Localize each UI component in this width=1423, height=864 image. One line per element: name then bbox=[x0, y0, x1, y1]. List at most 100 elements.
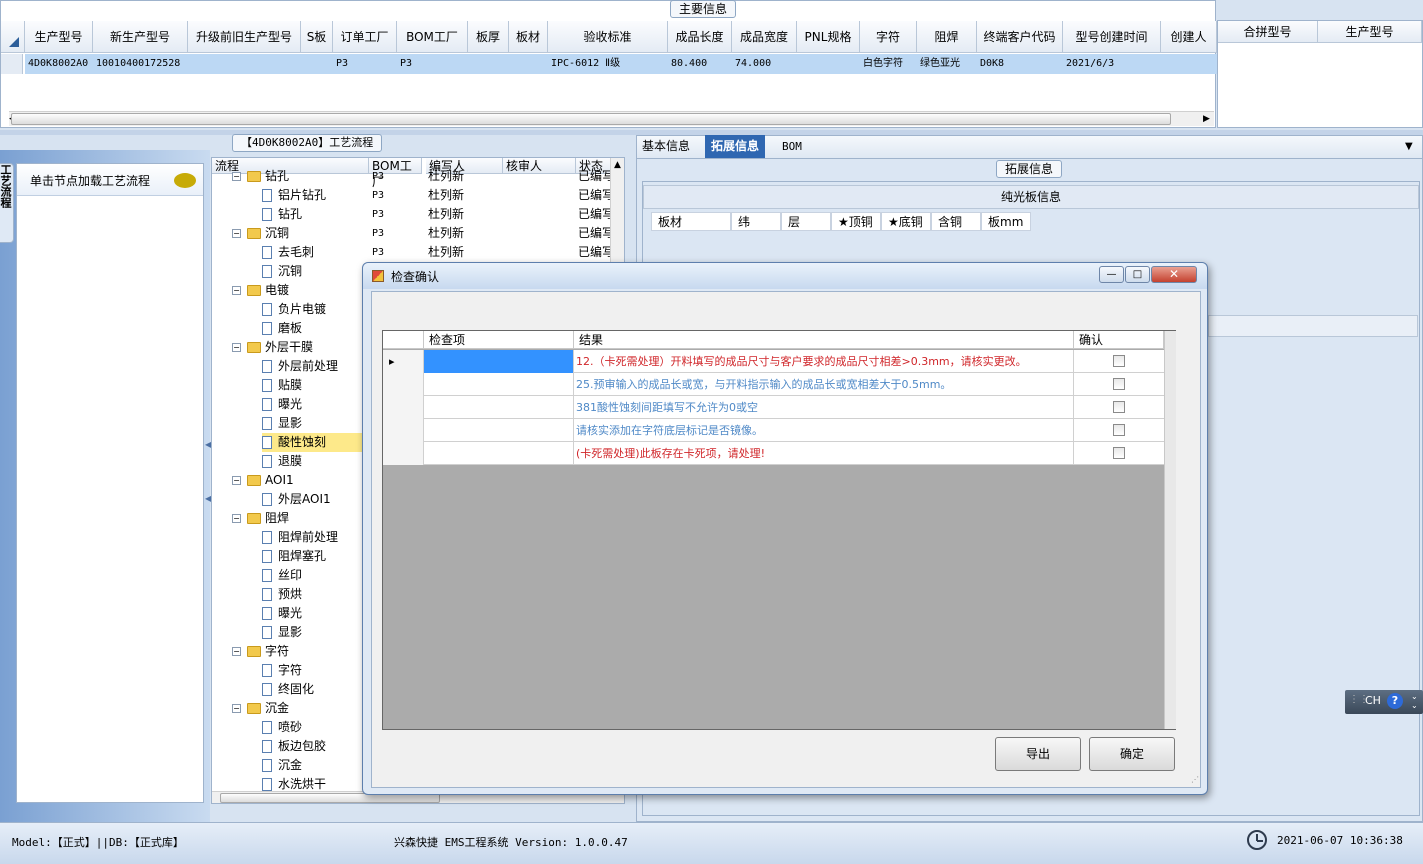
col-result[interactable]: 结果 bbox=[574, 331, 1074, 349]
check-item-cell[interactable] bbox=[424, 419, 574, 442]
check-result-cell[interactable]: 12.（卡死需处理）开料填写的成品尺寸与客户要求的成品尺寸相差>0.3mm，请核… bbox=[574, 350, 1074, 373]
ext-col-header[interactable]: 纬 bbox=[731, 212, 781, 231]
check-row[interactable]: 381酸性蚀刻间距填写不允许为0或空 bbox=[383, 396, 1164, 419]
check-result-cell[interactable]: 请核实添加在字符底层标记是否镜像。 bbox=[574, 419, 1074, 442]
tab-bom[interactable]: BOM bbox=[776, 135, 808, 158]
col-header[interactable]: 成品宽度 bbox=[732, 21, 797, 53]
check-grid[interactable]: 检查项 结果 确认 ▸ 12.（卡死需处理）开料填写的成品尺寸与客户要求的成品尺寸… bbox=[382, 330, 1176, 730]
collapse-icon[interactable]: − bbox=[232, 172, 241, 181]
horizontal-scrollbar[interactable]: ◀ ▶ bbox=[9, 111, 1214, 126]
row-header[interactable] bbox=[383, 419, 424, 442]
load-flow-item[interactable]: 单击节点加载工艺流程 bbox=[17, 164, 203, 196]
scroll-up-icon[interactable]: ▲ bbox=[614, 160, 621, 170]
scroll-right-icon[interactable]: ▶ bbox=[1203, 114, 1210, 124]
export-button[interactable]: 导出 bbox=[995, 737, 1081, 771]
cell[interactable]: 10010400172528 bbox=[93, 54, 188, 74]
col-header[interactable]: S板 bbox=[301, 21, 333, 53]
tab-basic-info[interactable]: 基本信息 bbox=[636, 135, 696, 158]
col-header[interactable]: 创建人 bbox=[1161, 21, 1217, 53]
flow-row[interactable]: − 沉铜 P3 杜列新 已编写 bbox=[212, 224, 614, 243]
scroll-thumb[interactable] bbox=[11, 113, 1171, 125]
cell[interactable]: 2021/6/3 bbox=[1063, 54, 1161, 74]
cell[interactable]: P3 bbox=[333, 54, 397, 74]
check-item-cell[interactable] bbox=[424, 442, 574, 465]
ext-col-header[interactable]: 板mm bbox=[981, 212, 1031, 231]
confirm-checkbox[interactable] bbox=[1113, 447, 1125, 459]
collapse-icon[interactable]: − bbox=[232, 476, 241, 485]
minimize-button[interactable]: — bbox=[1099, 266, 1124, 283]
check-item-cell[interactable] bbox=[424, 350, 574, 373]
check-row[interactable]: (卡死需处理)此板存在卡死项，请处理! bbox=[383, 442, 1164, 465]
cell[interactable]: P3 bbox=[397, 54, 468, 74]
collapse-icon[interactable]: − bbox=[232, 514, 241, 523]
vertical-tab[interactable]: 工艺流程 bbox=[0, 163, 14, 243]
col-header[interactable]: PNL规格 bbox=[797, 21, 860, 53]
confirm-checkbox[interactable] bbox=[1113, 401, 1125, 413]
close-button[interactable]: ✕ bbox=[1151, 266, 1197, 283]
cell[interactable] bbox=[468, 54, 509, 74]
cell[interactable]: 4D0K8002A0 bbox=[25, 54, 93, 74]
collapse-icon[interactable]: − bbox=[232, 647, 241, 656]
flow-row[interactable]: 铝片钻孔 P3 杜列新 已编写 bbox=[212, 186, 614, 205]
col-header[interactable]: 型号创建时间 bbox=[1063, 21, 1161, 53]
cell[interactable] bbox=[1161, 54, 1217, 74]
check-row[interactable]: ▸ 12.（卡死需处理）开料填写的成品尺寸与客户要求的成品尺寸相差>0.3mm，请… bbox=[383, 350, 1164, 373]
ok-button[interactable]: 确定 bbox=[1089, 737, 1175, 771]
collapse-icon[interactable]: − bbox=[232, 286, 241, 295]
ime-language[interactable]: CH bbox=[1365, 694, 1381, 707]
cell[interactable] bbox=[509, 54, 548, 74]
col-header[interactable]: BOM工厂 bbox=[397, 21, 468, 53]
resize-grip-icon[interactable]: ⋰ bbox=[1191, 775, 1199, 784]
check-row[interactable]: 25.预审输入的成品长或宽，与开料指示输入的成品长或宽相差大于0.5mm。 bbox=[383, 373, 1164, 396]
col-header[interactable]: 生产型号 bbox=[25, 21, 93, 53]
col-header[interactable]: 订单工厂 bbox=[333, 21, 397, 53]
merge-header-2[interactable]: 生产型号 bbox=[1318, 21, 1422, 43]
col-header[interactable]: 成品长度 bbox=[668, 21, 732, 53]
check-item-cell[interactable] bbox=[424, 396, 574, 419]
tab-ext-info[interactable]: 拓展信息 bbox=[705, 135, 766, 158]
col-header[interactable]: 验收标准 bbox=[548, 21, 668, 53]
ext-col-header[interactable]: 含铜 bbox=[931, 212, 981, 231]
col-header[interactable]: 字符 bbox=[860, 21, 917, 53]
grid-vscroll[interactable] bbox=[1164, 331, 1176, 729]
tab-menu-icon[interactable]: ▼ bbox=[1405, 141, 1413, 152]
check-result-cell[interactable]: (卡死需处理)此板存在卡死项，请处理! bbox=[574, 442, 1074, 465]
help-icon[interactable]: ? bbox=[1387, 693, 1403, 709]
main-info-grid[interactable]: 生产型号 新生产型号 升级前旧生产型号 S板 订单工厂 BOM工厂 板厚 板材 验收标准 成品长度… bbox=[0, 0, 1217, 128]
merge-model-grid[interactable]: 合拼型号 生产型号 bbox=[1217, 20, 1423, 128]
maximize-button[interactable]: □ bbox=[1125, 266, 1150, 283]
flow-row[interactable]: − 钻孔 P3 杜列新 已编写 bbox=[212, 167, 614, 186]
dialog-titlebar[interactable]: 检查确认 — □ ✕ bbox=[363, 263, 1207, 289]
col-header[interactable]: 板厚 bbox=[468, 21, 509, 53]
col-header[interactable]: 阻焊 bbox=[917, 21, 977, 53]
row-header[interactable] bbox=[383, 373, 424, 396]
cell[interactable] bbox=[301, 54, 333, 74]
sort-corner[interactable] bbox=[1, 21, 25, 53]
confirm-checkbox[interactable] bbox=[1113, 378, 1125, 390]
col-confirm[interactable]: 确认 bbox=[1074, 331, 1164, 349]
collapse-icon[interactable]: − bbox=[232, 229, 241, 238]
flow-row[interactable]: 去毛刺 P3 杜列新 已编写 bbox=[212, 243, 614, 262]
cell[interactable]: 80.400 bbox=[668, 54, 732, 74]
flow-row[interactable]: 钻孔 P3 杜列新 已编写 bbox=[212, 205, 614, 224]
ext-col-header[interactable]: ★底铜 bbox=[881, 212, 931, 231]
confirm-checkbox[interactable] bbox=[1113, 424, 1125, 436]
ext-col-header[interactable]: 层 bbox=[781, 212, 831, 231]
cell[interactable] bbox=[188, 54, 301, 74]
cell[interactable]: D0K8 bbox=[977, 54, 1063, 74]
current-row-icon[interactable]: ▸ bbox=[383, 350, 424, 373]
col-header[interactable]: 新生产型号 bbox=[93, 21, 188, 53]
col-check-item[interactable]: 检查项 bbox=[424, 331, 574, 349]
merge-header-1[interactable]: 合拼型号 bbox=[1218, 21, 1318, 43]
cell[interactable]: 白色字符 bbox=[860, 54, 917, 74]
col-header[interactable]: 板材 bbox=[509, 21, 548, 53]
cell[interactable]: IPC-6012 Ⅱ级 bbox=[548, 54, 668, 74]
col-header[interactable]: 升级前旧生产型号 bbox=[188, 21, 301, 53]
collapse-icon[interactable]: − bbox=[232, 704, 241, 713]
ext-col-header[interactable]: 板材 bbox=[651, 212, 731, 231]
splitter-grip[interactable]: ◀ ◀ bbox=[205, 440, 211, 530]
ime-options-icon[interactable]: ⌄ ⌄ bbox=[1411, 692, 1418, 710]
cell[interactable]: 74.000 bbox=[732, 54, 797, 74]
row-header[interactable] bbox=[383, 396, 424, 419]
row-header[interactable] bbox=[383, 442, 424, 465]
